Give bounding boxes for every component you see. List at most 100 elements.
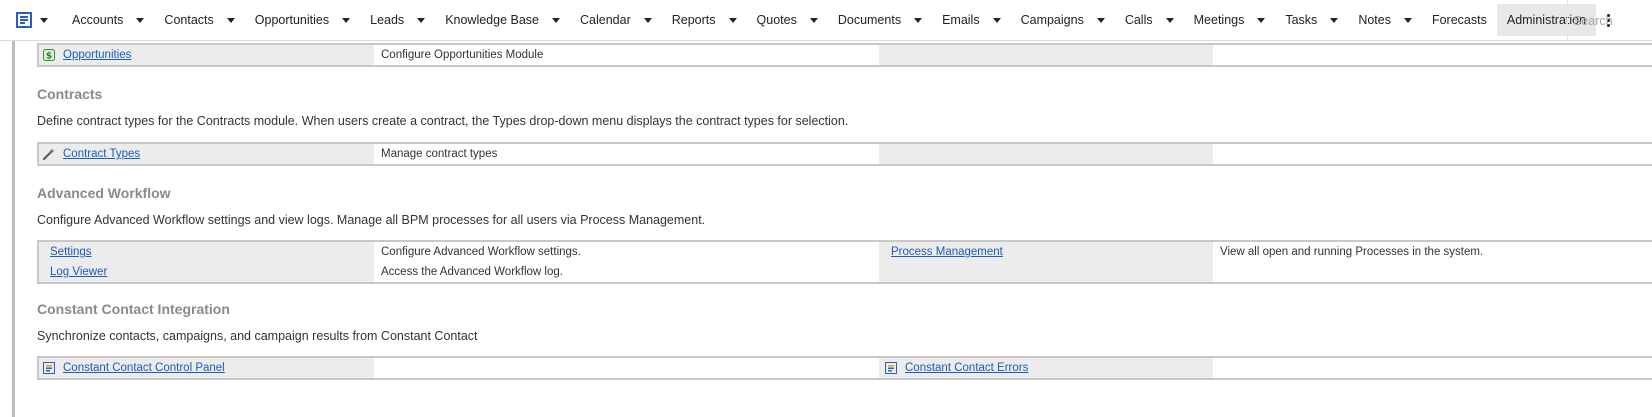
section-description-constant-contact: Synchronize contacts, campaigns, and cam… (37, 329, 478, 343)
table-cell-link: Process Management (879, 242, 1213, 262)
chevron-down-icon[interactable] (643, 17, 652, 23)
opportunities-icon: $ (43, 49, 55, 61)
table-cell-description: Manage contract types (381, 148, 498, 160)
chevron-down-icon[interactable] (914, 17, 923, 23)
table-cell-description: Configure Advanced Workflow settings. (381, 246, 581, 258)
nav-item-reports[interactable]: Reports (662, 4, 747, 36)
table-cell-empty (1213, 262, 1652, 282)
nav-item-opportunities[interactable]: Opportunities (245, 4, 360, 36)
constant-contact-control-panel-link[interactable]: Constant Contact Control Panel (63, 362, 225, 374)
table-cell-link: Constant Contact Errors (879, 358, 1213, 378)
sugar-module-icon (43, 362, 55, 374)
table-cell-description: View all open and running Processes in t… (1220, 246, 1484, 258)
module-tabs: Accounts Contacts Opportunities Leads Kn… (62, 0, 1618, 41)
nav-item-label: Emails (942, 13, 980, 27)
nav-item-label: Accounts (72, 13, 124, 27)
chevron-down-icon[interactable] (992, 17, 1001, 23)
nav-item-label: Opportunities (254, 13, 330, 27)
chevron-down-icon[interactable] (1096, 17, 1105, 23)
app-logo-menu[interactable] (0, 0, 62, 41)
nav-item-label: Campaigns (1020, 13, 1084, 27)
contract-types-link[interactable]: Contract Types (63, 148, 140, 160)
nav-item-label: Calendar (580, 13, 631, 27)
table-row: Contract Types Manage contract types (39, 144, 1652, 164)
nav-item-label: Forecasts (1431, 13, 1487, 27)
table-cell-link: Contract Types (39, 144, 374, 164)
process-management-link[interactable]: Process Management (891, 246, 1003, 258)
chevron-down-icon[interactable] (136, 17, 145, 23)
table-cell-description: Access the Advanced Workflow log. (381, 266, 563, 278)
chevron-down-icon[interactable] (552, 17, 561, 23)
nav-item-label: Notes (1358, 13, 1391, 27)
chevron-down-icon[interactable] (1330, 17, 1339, 23)
chevron-down-icon[interactable] (342, 17, 351, 23)
contracts-table: Contract Types Manage contract types (37, 142, 1652, 166)
table-cell-empty (1213, 144, 1652, 164)
sidebar-toggle-bar[interactable] (12, 41, 15, 417)
chevron-down-icon[interactable] (1403, 17, 1412, 23)
table-row: Log Viewer Access the Advanced Workflow … (39, 262, 1652, 282)
chevron-down-icon[interactable] (1257, 17, 1266, 23)
nav-item-label: Reports (671, 13, 716, 27)
table-row: Constant Contact Control Panel Constant … (39, 358, 1652, 378)
svg-text:$: $ (46, 52, 52, 62)
nav-item-contacts[interactable]: Contacts (154, 4, 244, 36)
opportunities-link[interactable]: Opportunities (63, 49, 131, 61)
nav-item-accounts[interactable]: Accounts (62, 4, 154, 36)
nav-item-emails[interactable]: Emails (932, 4, 1011, 36)
nav-item-quotes[interactable]: Quotes (747, 4, 828, 36)
advanced-workflow-table: Settings Configure Advanced Workflow set… (37, 240, 1652, 284)
table-cell-link: $ Opportunities (39, 45, 374, 65)
constant-contact-errors-link[interactable]: Constant Contact Errors (905, 362, 1028, 374)
section-title-advanced-workflow: Advanced Workflow (37, 185, 171, 201)
chevron-down-icon[interactable] (417, 17, 426, 23)
nav-item-leads[interactable]: Leads (360, 4, 435, 36)
chevron-down-icon[interactable] (809, 17, 818, 23)
sugar-logo-icon (16, 12, 32, 28)
chevron-down-icon[interactable] (728, 17, 737, 23)
nav-item-label: Meetings (1193, 13, 1245, 27)
table-cell-empty (1213, 45, 1652, 65)
table-cell-empty (879, 262, 1213, 282)
table-cell-empty (374, 358, 879, 378)
nav-item-label: Calls (1124, 13, 1153, 27)
table-row: $ Opportunities Configure Opportunities … (39, 45, 1652, 65)
chevron-down-icon (40, 17, 48, 23)
table-cell-description: Configure Opportunities Module (381, 49, 544, 61)
table-row: Settings Configure Advanced Workflow set… (39, 242, 1652, 262)
nav-item-label: Contacts (164, 13, 214, 27)
nav-item-calls[interactable]: Calls (1115, 4, 1184, 36)
nav-item-meetings[interactable]: Meetings (1184, 4, 1276, 36)
nav-item-label: Leads (370, 13, 405, 27)
chevron-down-icon[interactable] (1165, 17, 1174, 23)
nav-item-tasks[interactable]: Tasks (1275, 4, 1348, 36)
table-cell-link: Constant Contact Control Panel (39, 358, 374, 378)
constant-contact-table: Constant Contact Control Panel Constant … (37, 356, 1652, 380)
section-title-constant-contact: Constant Contact Integration (37, 301, 230, 317)
chevron-down-icon[interactable] (226, 17, 235, 23)
table-cell-empty (879, 144, 1213, 164)
table-cell-link: Settings (39, 242, 374, 262)
global-search (1567, 0, 1652, 41)
nav-item-notes[interactable]: Notes (1348, 4, 1422, 36)
log-viewer-link[interactable]: Log Viewer (50, 266, 107, 278)
nav-item-label: Documents (837, 13, 902, 27)
opportunities-table: $ Opportunities Configure Opportunities … (37, 43, 1652, 67)
nav-item-calendar[interactable]: Calendar (570, 4, 662, 36)
top-navigation-bar: Accounts Contacts Opportunities Leads Kn… (0, 0, 1652, 41)
section-title-contracts: Contracts (37, 86, 103, 102)
settings-link[interactable]: Settings (50, 246, 92, 258)
section-description-advanced-workflow: Configure Advanced Workflow settings and… (37, 213, 706, 227)
nav-item-label: Tasks (1285, 13, 1318, 27)
nav-item-knowledge-base[interactable]: Knowledge Base (435, 4, 570, 36)
search-input[interactable] (1573, 13, 1652, 28)
table-cell-empty (1213, 358, 1652, 378)
section-description-contracts: Define contract types for the Contracts … (37, 114, 849, 128)
wrench-icon (43, 148, 55, 160)
nav-item-documents[interactable]: Documents (828, 4, 932, 36)
nav-item-label: Quotes (756, 13, 797, 27)
nav-item-label: Knowledge Base (445, 13, 540, 27)
nav-item-forecasts[interactable]: Forecasts (1422, 4, 1497, 36)
sugar-module-icon (885, 362, 897, 374)
nav-item-campaigns[interactable]: Campaigns (1011, 4, 1115, 36)
